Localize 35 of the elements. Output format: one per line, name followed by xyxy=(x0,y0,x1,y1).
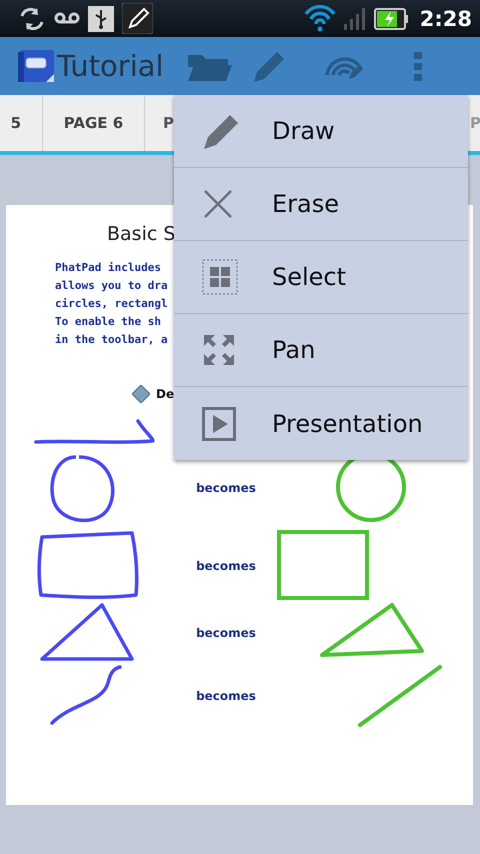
becomes-label: becomes xyxy=(196,626,256,640)
page-tab[interactable]: 5 xyxy=(0,95,43,151)
menu-item[interactable]: Presentation xyxy=(174,387,468,460)
menu-item[interactable]: Erase xyxy=(174,168,468,241)
paragraph-line: circles, rectangl xyxy=(55,296,168,312)
signal-icon xyxy=(344,8,366,30)
pencil-app-icon xyxy=(122,3,153,34)
battery-icon xyxy=(374,8,408,30)
legend-label: De xyxy=(156,387,174,401)
expand-arrows-icon xyxy=(202,333,236,367)
becomes-label: becomes xyxy=(196,481,256,495)
select-grid-icon xyxy=(202,259,238,295)
voicemail-icon xyxy=(54,12,80,26)
becomes-label: becomes xyxy=(196,689,256,703)
clock-time: 2:28 xyxy=(420,6,472,30)
becomes-label: becomes xyxy=(196,559,256,573)
close-icon xyxy=(202,188,234,220)
menu-item[interactable]: Draw xyxy=(174,95,468,168)
menu-item[interactable]: Pan xyxy=(174,314,468,387)
paragraph-line: PhatPad includes xyxy=(55,260,161,276)
paragraph-line: allows you to dra xyxy=(55,278,168,294)
page-heading: Basic S xyxy=(107,223,176,247)
paragraph-line: To enable the sh xyxy=(55,314,161,330)
page-tab[interactable]: P xyxy=(145,95,173,151)
page-tab[interactable]: PAGE 6 xyxy=(43,95,145,151)
app-title: Tutorial xyxy=(57,49,164,83)
diamond-icon xyxy=(132,385,150,403)
usb-icon xyxy=(88,6,114,32)
paragraph-line: in the toolbar, a xyxy=(55,332,168,348)
menu-item[interactable]: Select xyxy=(174,241,468,314)
overflow-menu-icon xyxy=(414,52,422,80)
play-icon xyxy=(202,406,236,440)
notebook-app-icon xyxy=(18,50,54,82)
wifi-icon xyxy=(304,4,336,32)
sync-icon xyxy=(18,6,46,32)
